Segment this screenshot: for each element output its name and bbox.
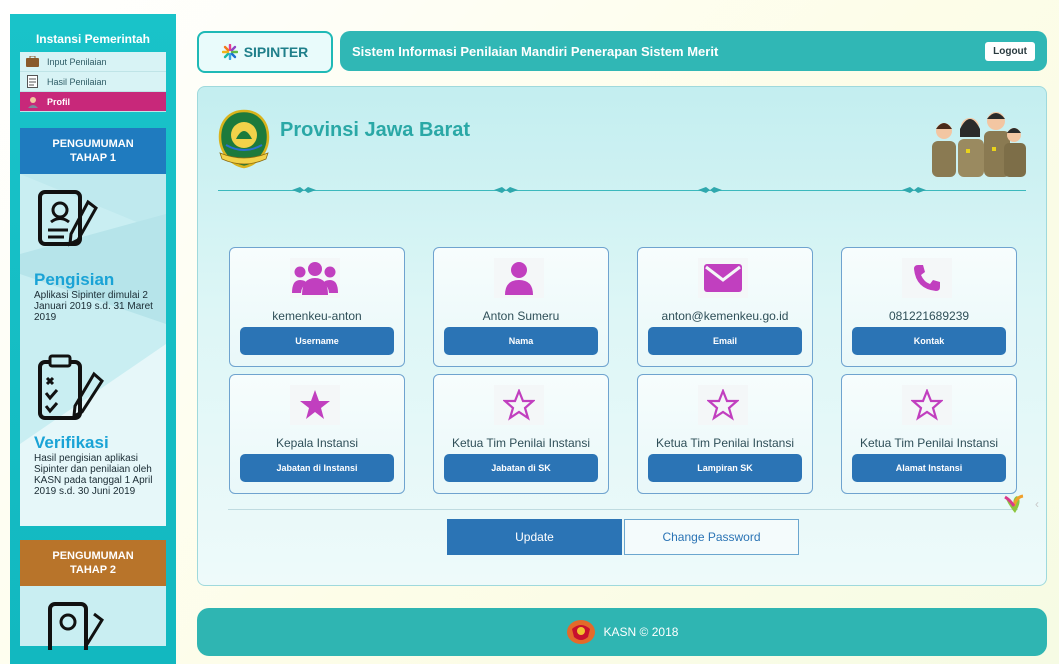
floating-widget[interactable]: ‹ xyxy=(1003,488,1059,520)
announcement-line1: PENGUMUMAN xyxy=(52,550,134,562)
star-outline-icon xyxy=(902,385,952,425)
document-icon xyxy=(26,75,39,88)
email-label-button[interactable]: Email xyxy=(648,327,802,355)
kontak-value: 081221689239 xyxy=(888,309,970,323)
info-card-jabatan-sk: Ketua Tim Penilai Instansi Jabatan di SK xyxy=(433,374,609,494)
sidebar-item-profil[interactable]: Profil xyxy=(20,92,166,112)
title-bar: Sistem Informasi Penilaian Mandiri Pener… xyxy=(340,31,1047,71)
step-verifikasi: Verifikasi Hasil pengisian aplikasi Sipi… xyxy=(34,433,164,497)
announcement-tahap1-header: PENGUMUMAN TAHAP 1 xyxy=(20,128,166,174)
sidebar-title: Instansi Pemerintah xyxy=(35,32,151,46)
sidebar: Instansi Pemerintah Input Penilaian Hasi… xyxy=(10,14,176,664)
announcement-tahap2-body xyxy=(20,586,166,650)
announcement-line1: PENGUMUMAN xyxy=(52,138,134,150)
alamat-instansi-label-button[interactable]: Alamat Instansi xyxy=(852,454,1006,482)
ornament-icon xyxy=(292,184,316,196)
info-card-email: anton@kemenkeu.go.id Email xyxy=(637,247,813,367)
kasn-logo-icon xyxy=(566,620,595,644)
footer-text: KASN © 2018 xyxy=(603,625,679,639)
sipinter-logo-icon xyxy=(221,44,238,60)
jabatan-sk-label-button[interactable]: Jabatan di SK xyxy=(444,454,598,482)
info-card-username: kemenkeu-anton Username xyxy=(229,247,405,367)
users-icon xyxy=(290,258,340,298)
announcement-tahap1-body: Pengisian Aplikasi Sipinter dimulai 2 Ja… xyxy=(20,174,166,526)
star-filled-icon xyxy=(290,385,340,425)
step-text: Hasil pengisian aplikasi Sipinter dan pe… xyxy=(34,453,153,497)
kontak-label-button[interactable]: Kontak xyxy=(852,327,1006,355)
info-card-jabatan-instansi: Kepala Instansi Jabatan di Instansi xyxy=(229,374,405,494)
nama-value: Anton Sumeru xyxy=(482,309,560,323)
form-edit-icon xyxy=(38,190,98,247)
star-outline-icon xyxy=(494,385,544,425)
announcement-line2: TAHAP 2 xyxy=(69,564,117,576)
footer: KASN © 2018 xyxy=(197,608,1047,656)
profile-card: Provinsi Jawa Barat kemenkeu-anton Usern… xyxy=(197,86,1047,586)
jabatan-sk-value: Ketua Tim Penilai Instansi xyxy=(451,436,591,450)
sidebar-item-input-penilaian[interactable]: Input Penilaian xyxy=(20,52,166,72)
email-value: anton@kemenkeu.go.id xyxy=(661,309,789,323)
info-card-alamat-instansi: Ketua Tim Penilai Instansi Alamat Instan… xyxy=(841,374,1017,494)
lampiran-sk-value: Ketua Tim Penilai Instansi xyxy=(655,436,795,450)
province-emblem-icon xyxy=(218,109,270,169)
sidebar-item-label: Hasil Penilaian xyxy=(47,76,107,87)
officials-illustration-icon xyxy=(932,112,1026,177)
brand-logo[interactable]: SIPINTER xyxy=(197,31,333,73)
announcement-line2: TAHAP 1 xyxy=(69,152,117,164)
username-label-button[interactable]: Username xyxy=(240,327,394,355)
briefcase-icon xyxy=(26,55,39,68)
ornament-icon xyxy=(494,184,518,196)
info-card-lampiran-sk: Ketua Tim Penilai Instansi Lampiran SK xyxy=(637,374,813,494)
sidebar-item-hasil-penilaian[interactable]: Hasil Penilaian xyxy=(20,72,166,92)
jabatan-instansi-label-button[interactable]: Jabatan di Instansi xyxy=(240,454,394,482)
brand-name: SIPINTER xyxy=(243,44,309,60)
username-value: kemenkeu-anton xyxy=(272,309,362,323)
star-outline-icon xyxy=(698,385,748,425)
alamat-instansi-value: Ketua Tim Penilai Instansi xyxy=(859,436,999,450)
ornament-icon xyxy=(902,184,926,196)
info-card-kontak: 081221689239 Kontak xyxy=(841,247,1017,367)
step-title: Pengisian xyxy=(34,270,115,289)
phone-icon xyxy=(902,258,952,298)
jabatan-instansi-value: Kepala Instansi xyxy=(275,436,359,450)
lampiran-sk-label-button[interactable]: Lampiran SK xyxy=(648,454,802,482)
change-password-button[interactable]: Change Password xyxy=(624,519,799,555)
user-icon xyxy=(26,95,39,108)
envelope-icon xyxy=(698,258,748,298)
form-edit-icon xyxy=(48,602,104,650)
sidebar-item-label: Profil xyxy=(47,96,71,107)
logout-button[interactable]: Logout xyxy=(985,41,1035,61)
update-button[interactable]: Update xyxy=(447,519,622,555)
user-icon xyxy=(494,258,544,298)
chevron-left-icon[interactable]: ‹ xyxy=(1035,497,1039,511)
province-title: Provinsi Jawa Barat xyxy=(280,119,471,141)
announcement-tahap2-header: PENGUMUMAN TAHAP 2 xyxy=(20,540,166,586)
sidebar-item-label: Input Penilaian xyxy=(47,56,107,67)
info-card-nama: Anton Sumeru Nama xyxy=(433,247,609,367)
nama-label-button[interactable]: Nama xyxy=(444,327,598,355)
app-title: Sistem Informasi Penilaian Mandiri Pener… xyxy=(352,43,719,59)
divider xyxy=(228,509,1018,510)
step-pengisian: Pengisian Aplikasi Sipinter dimulai 2 Ja… xyxy=(34,270,164,323)
yii-debug-icon xyxy=(1004,494,1024,513)
step-title: Verifikasi xyxy=(34,433,109,452)
step-text: Aplikasi Sipinter dimulai 2 Januari 2019… xyxy=(34,290,153,323)
ornament-icon xyxy=(698,184,722,196)
checklist-icon xyxy=(38,354,104,420)
